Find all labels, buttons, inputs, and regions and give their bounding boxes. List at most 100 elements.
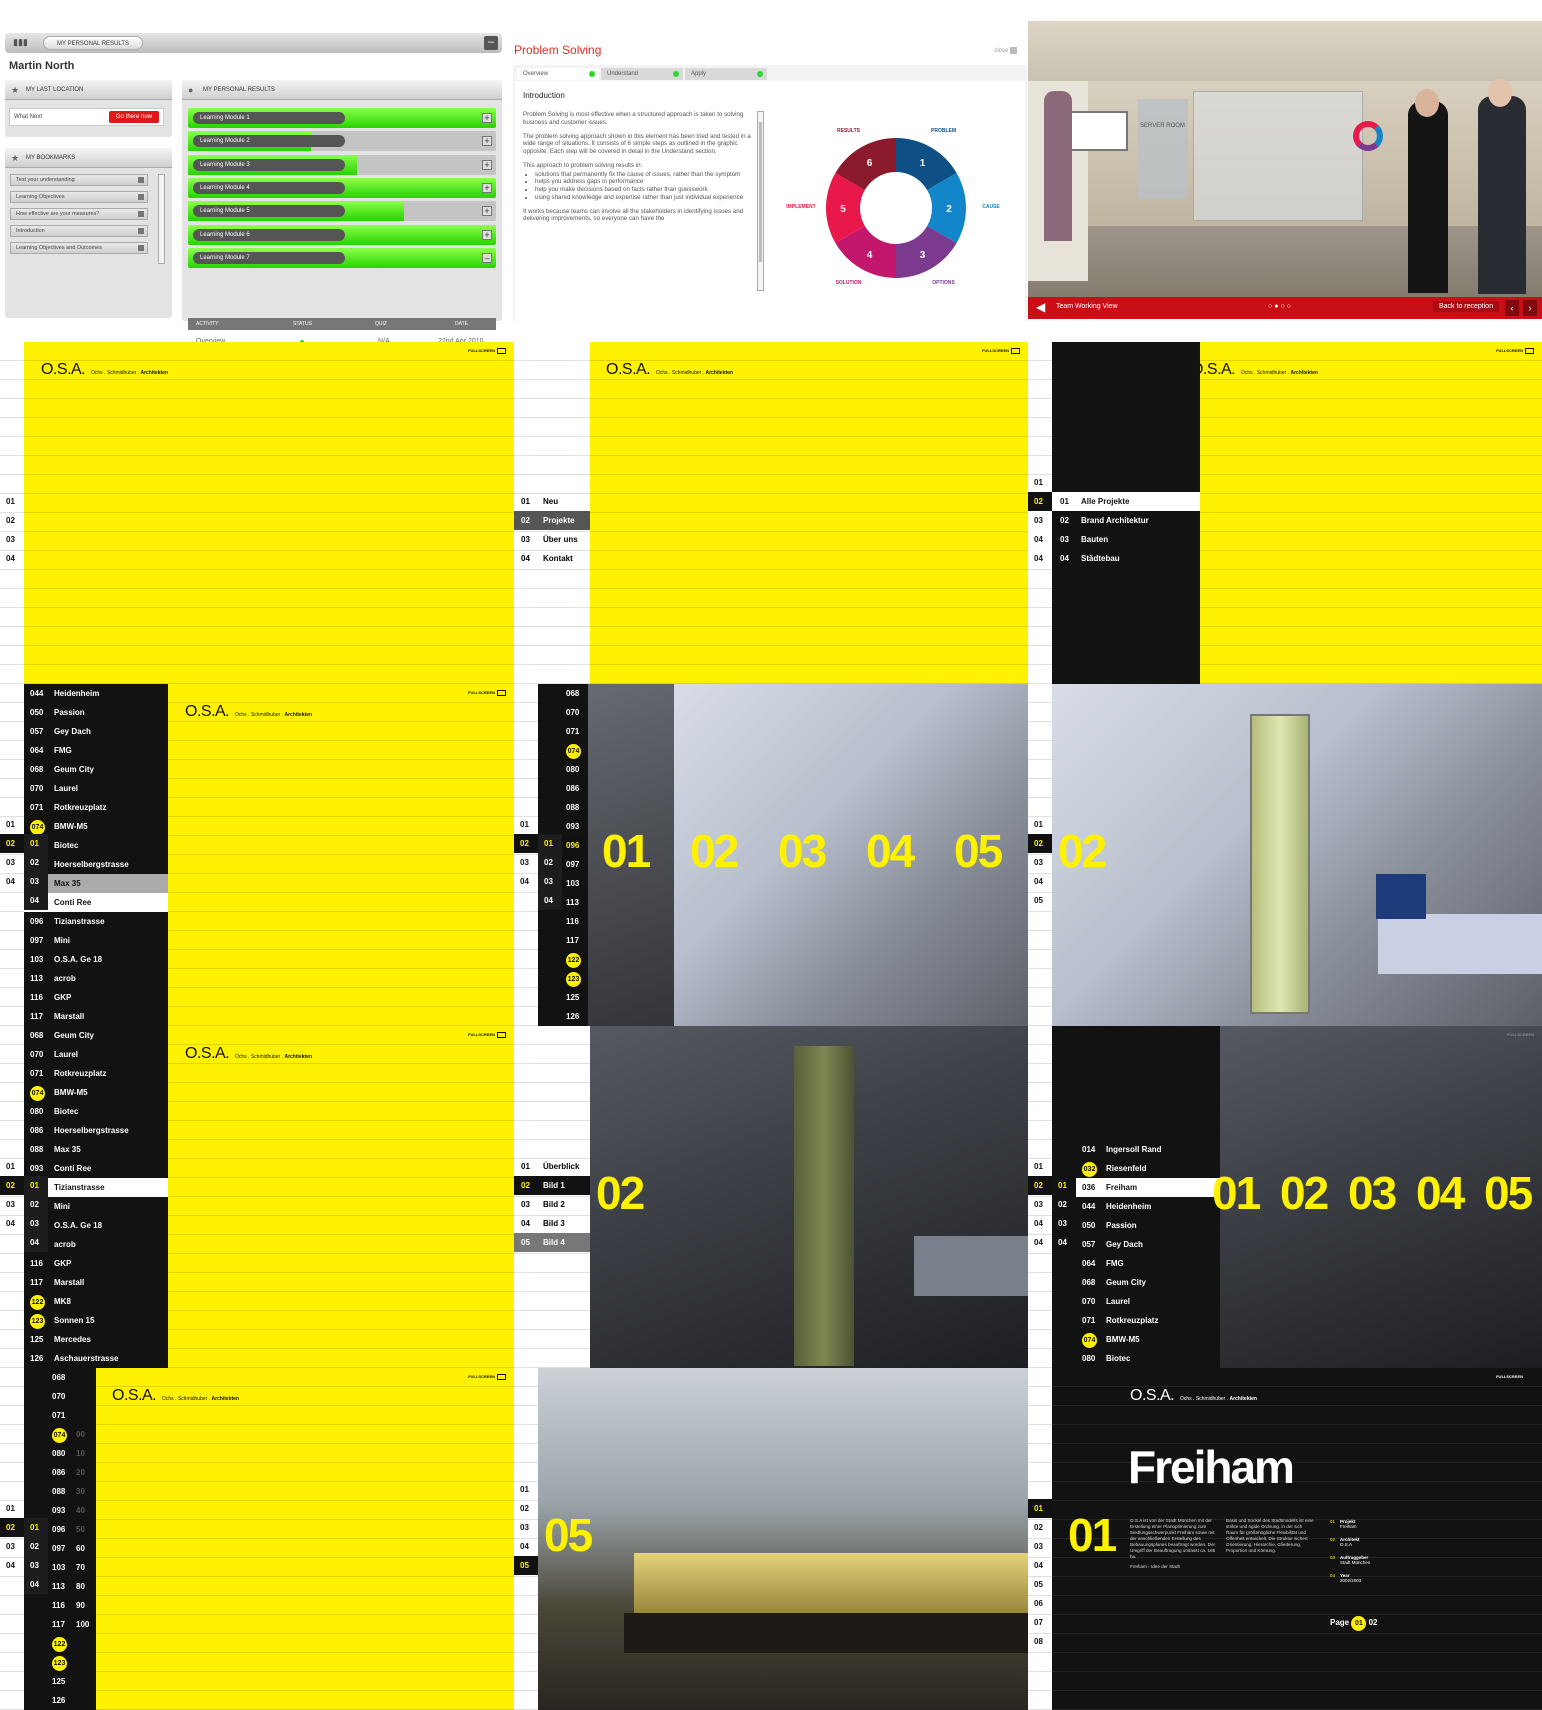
carousel-dots[interactable]: ○●○○ — [1268, 303, 1293, 310]
project-number[interactable]: 122 — [562, 950, 588, 969]
submenu-item[interactable]: 03 02 Brand Architektur — [1028, 511, 1200, 530]
detail-nav-number[interactable]: 01 — [1028, 1499, 1052, 1518]
project-number[interactable]: 080 — [562, 760, 588, 779]
project-number[interactable]: 088 — [48, 1482, 72, 1501]
project-number[interactable]: 086 — [48, 1463, 72, 1482]
back-to-reception-button[interactable]: Back to reception — [1433, 301, 1500, 312]
slide-number[interactable]: 02 — [1280, 1166, 1329, 1220]
image-menu-item[interactable]: 01 Überblick — [514, 1157, 590, 1176]
fullscreen-button[interactable]: FULLSCREEN — [468, 690, 506, 696]
slide-number[interactable]: 03 — [1348, 1166, 1397, 1220]
sub-nav-number[interactable]: 04 — [24, 1575, 48, 1594]
fullscreen-button[interactable]: FULLSCREEN — [1496, 1374, 1534, 1380]
expand-icon[interactable]: + — [482, 113, 492, 123]
text-scrollbar[interactable] — [757, 111, 764, 291]
fullscreen-button[interactable]: FULLSCREEN — [468, 1032, 506, 1038]
project-item[interactable]: 116 GKP — [24, 1254, 168, 1273]
project-item[interactable]: 116 GKP — [24, 988, 168, 1007]
main-nav-number[interactable]: 03 — [0, 530, 22, 549]
project-item[interactable]: 064 FMG — [1076, 1254, 1220, 1273]
fullscreen-button[interactable]: FULLSCREEN — [1496, 348, 1534, 354]
project-item[interactable]: 117 Marstall — [24, 1007, 168, 1026]
tab-understand[interactable]: Understand — [601, 68, 683, 80]
slide-number[interactable]: 04 — [1416, 1166, 1465, 1220]
osa-logo[interactable]: O.S.A. — [606, 361, 651, 379]
expand-icon[interactable]: + — [482, 206, 492, 217]
submenu-item[interactable]: 02 01 Alle Projekte — [1028, 492, 1200, 511]
sub-nav-number[interactable]: 02 — [24, 1195, 48, 1214]
detail-nav-number[interactable]: 05 — [1028, 1575, 1052, 1594]
main-nav-number[interactable]: 01 — [1028, 815, 1043, 834]
project-item[interactable]: 080 Biotec — [24, 1102, 168, 1121]
image-menu-item[interactable]: 04 Bild 3 — [514, 1214, 590, 1233]
main-nav-number[interactable]: 04 — [0, 1556, 24, 1575]
image-nav-number[interactable]: 02 — [1028, 834, 1052, 853]
menu-item[interactable]: 02 Projekte — [514, 511, 590, 530]
sub-nav-number[interactable]: 02 — [538, 853, 562, 872]
project-item[interactable]: 113 acrob — [24, 969, 168, 988]
sub-nav-number[interactable]: 03 — [24, 1214, 48, 1233]
prev-arrow-icon[interactable]: ‹ — [1505, 300, 1519, 316]
project-number[interactable]: 116 — [562, 912, 588, 931]
sub-nav-number[interactable]: 03 — [538, 872, 562, 891]
detail-nav-number[interactable]: 06 — [1028, 1594, 1052, 1613]
submenu-item[interactable]: 04 04 Städtebau — [1028, 549, 1200, 568]
page-current[interactable]: 01 — [1351, 1616, 1367, 1631]
image-menu-item[interactable]: 03 Bild 2 — [514, 1195, 590, 1214]
project-number[interactable]: 117 — [562, 931, 588, 950]
bookmarks-scrollbar[interactable] — [158, 174, 165, 264]
osa-logo[interactable]: O.S.A. — [1130, 1387, 1175, 1405]
sub-nav-number[interactable]: 04 — [24, 891, 48, 910]
image-nav-number[interactable]: 02 — [514, 1499, 538, 1518]
learning-module-row[interactable]: Learning Module 2 + — [188, 131, 496, 152]
project-number[interactable]: 074 — [562, 741, 588, 760]
project-number[interactable]: 113 — [48, 1577, 72, 1596]
project-number[interactable]: 103 — [562, 874, 588, 893]
main-nav-number[interactable]: 04 — [514, 872, 538, 891]
project-number[interactable]: 070 — [562, 703, 588, 722]
slide-number[interactable]: 05 — [1484, 1166, 1533, 1220]
project-number[interactable]: 070 — [48, 1387, 72, 1406]
project-number[interactable]: 097 — [48, 1539, 72, 1558]
learning-module-row[interactable]: Learning Module 3 + — [188, 154, 496, 175]
expand-icon[interactable]: + — [482, 159, 492, 170]
project-item[interactable]: 064 FMG — [24, 741, 168, 760]
osa-logo[interactable]: O.S.A. — [185, 703, 230, 721]
main-nav-number[interactable]: 04 — [0, 549, 22, 568]
project-item[interactable]: 074 BMW-M5 — [24, 1083, 168, 1102]
speaker-icon[interactable]: ◀ — [1036, 300, 1045, 314]
learning-module-row[interactable]: Learning Module 4 + — [188, 177, 496, 198]
learning-module-row[interactable]: Learning Module 1 + — [188, 108, 496, 128]
main-nav-number[interactable]: 02 — [514, 834, 538, 853]
main-nav-number[interactable]: 01 — [1028, 1157, 1043, 1176]
bookmark-item[interactable]: Introduction — [10, 225, 148, 237]
project-item[interactable]: 071 Rotkreuzplatz — [1076, 1311, 1220, 1330]
project-number[interactable]: 093 — [562, 817, 588, 836]
tab-overview[interactable]: Overview — [517, 68, 599, 80]
project-number[interactable]: 093 — [48, 1501, 72, 1520]
minimize-button[interactable]: – — [484, 36, 498, 50]
bookmark-item[interactable]: Learning Objectives — [10, 191, 148, 203]
sub-nav-number[interactable]: 04 — [538, 891, 562, 910]
slide-number[interactable]: 05 — [954, 824, 1003, 878]
image-nav-number[interactable]: 05 — [514, 1556, 538, 1575]
main-nav-number[interactable]: 03 — [0, 1537, 24, 1556]
project-number[interactable]: 080 — [48, 1444, 72, 1463]
sub-nav-number[interactable]: 04 — [24, 1233, 48, 1252]
page-next[interactable]: 02 — [1369, 1618, 1378, 1627]
slide-number[interactable]: 01 — [1212, 1166, 1261, 1220]
sub-nav-number[interactable]: 03 — [24, 1556, 48, 1575]
project-number[interactable]: 117 — [48, 1615, 72, 1634]
main-nav-number[interactable]: 02 — [0, 1518, 24, 1537]
project-item[interactable]: 070 Laurel — [24, 779, 168, 798]
main-nav-number[interactable]: 02 — [0, 511, 22, 530]
project-number[interactable]: 071 — [48, 1406, 72, 1425]
image-nav-number[interactable]: 03 — [514, 1518, 538, 1537]
sub-nav-number[interactable]: 01 — [24, 1518, 48, 1537]
project-item[interactable]: 057 Gey Dach — [24, 722, 168, 741]
detail-nav-number[interactable]: 03 — [1028, 1537, 1052, 1556]
project-item[interactable]: 068 Geum City — [24, 1026, 168, 1045]
main-nav-number[interactable]: 01 — [0, 1499, 15, 1518]
main-nav-number[interactable]: 03 — [1028, 1195, 1052, 1214]
project-item[interactable]: 050 Passion — [24, 703, 168, 722]
